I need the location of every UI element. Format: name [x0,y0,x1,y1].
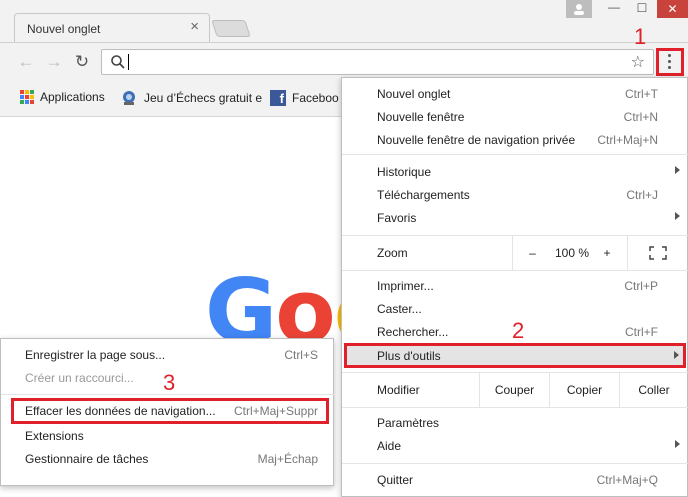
menu-separator [342,270,688,271]
chevron-right-icon [674,351,679,359]
menu-item-imprimer[interactable]: Imprimer... Ctrl+P [342,275,688,298]
menu-item-parametres[interactable]: Paramètres [342,412,688,435]
coller-button[interactable]: Coller [619,373,688,407]
close-window-button[interactable]: ✕ [657,0,688,18]
submenu-item-gestionnaire[interactable]: Gestionnaire de tâches Maj+Échap [1,449,334,471]
tab-strip: Nouvel onglet × — ☐ ✕ [0,0,688,43]
close-icon[interactable]: × [190,19,199,35]
menu-item-navigation-privee[interactable]: Nouvelle fenêtre de navigation privée Ct… [342,129,688,152]
menu-item-label: Nouvel onglet [377,87,451,101]
submenu-item-label: Créer un raccourci... [25,371,134,385]
menu-item-label: Nouvelle fenêtre de navigation privée [377,133,576,147]
zoom-in-button[interactable]: + [592,236,622,270]
annotation-2: 2 [512,318,525,343]
user-icon[interactable] [566,0,592,18]
menu-item-shortcut: Ctrl+T [625,87,658,101]
menu-item-plus-outils[interactable]: Plus d'outils [344,343,686,368]
menu-separator [342,463,688,464]
menu-item-telechargements[interactable]: Téléchargements Ctrl+J [342,184,688,207]
submenu-plus-outils: Enregistrer la page sous... Ctrl+S Créer… [0,338,334,486]
copier-button[interactable]: Copier [549,373,619,407]
menu-separator [342,154,688,155]
chevron-right-icon [675,212,680,220]
menu-item-shortcut: Ctrl+P [624,279,658,293]
bookmark-chess[interactable]: Jeu d’Échecs gratuit e [120,90,262,106]
chess-icon [123,91,135,105]
tab-title: Nouvel onglet [27,22,101,36]
menu-item-label: Favoris [377,211,417,225]
bookmark-label: Applications [40,90,105,104]
fullscreen-button[interactable] [627,236,688,270]
search-icon [111,55,125,69]
menu-item-label: Rechercher... [377,325,449,339]
reload-button[interactable]: ↻ [72,52,92,72]
zoom-label: Zoom [377,246,408,260]
menu-item-label: Quitter [377,473,414,487]
submenu-item-label: Effacer les données de navigation... [25,404,216,418]
zoom-out-button[interactable]: – [512,236,552,270]
menu-item-nouvelle-fenetre[interactable]: Nouvelle fenêtre Ctrl+N [342,106,688,129]
toolbar: ← → ↻ ☆ [0,42,688,80]
menu-item-nouvel-onglet[interactable]: Nouvel onglet Ctrl+T [342,83,688,106]
menu-row-zoom: Zoom – 100 % + [342,236,688,270]
submenu-item-enregistrer[interactable]: Enregistrer la page sous... Ctrl+S [1,345,334,367]
maximize-button[interactable]: ☐ [629,0,655,18]
couper-button[interactable]: Couper [479,373,549,407]
bookmark-facebook[interactable]: f Faceboo [270,90,339,106]
submenu-item-shortcut: Maj+Échap [257,452,318,466]
menu-item-historique[interactable]: Historique [342,161,688,184]
new-tab-button[interactable] [211,20,251,37]
bookmark-label: Faceboo [292,91,339,105]
bookmark-applications[interactable]: Applications [20,90,105,104]
address-bar[interactable]: ☆ [101,49,654,75]
menu-separator [342,407,688,408]
text-caret [128,54,129,70]
chrome-menu: Nouvel onglet Ctrl+T Nouvelle fenêtre Ct… [341,77,688,497]
menu-item-label: Plus d'outils [377,349,441,363]
submenu-item-label: Gestionnaire de tâches [25,452,149,466]
submenu-item-effacer[interactable]: Effacer les données de navigation... Ctr… [11,398,329,424]
menu-item-shortcut: Ctrl+Maj+N [597,133,658,147]
back-button[interactable]: ← [16,52,36,72]
annotation-3: 3 [163,370,176,395]
menu-item-shortcut: Ctrl+F [625,325,658,339]
menu-item-label: Caster... [377,302,422,316]
annotation-1: 1 [634,24,647,49]
submenu-item-label: Enregistrer la page sous... [25,348,166,362]
submenu-item-label: Extensions [25,429,84,443]
submenu-item-shortcut: Ctrl+Maj+Suppr [233,404,318,418]
submenu-item-shortcut: Ctrl+S [284,348,318,362]
menu-item-label: Imprimer... [377,279,434,293]
menu-item-label: Paramètres [377,416,440,430]
menu-item-favoris[interactable]: Favoris [342,207,688,230]
minimize-button[interactable]: — [601,0,627,18]
menu-item-quitter[interactable]: Quitter Ctrl+Maj+Q [342,469,688,492]
menu-item-label: Aide [377,439,402,453]
facebook-icon: f [270,90,286,106]
menu-item-label: Historique [377,165,432,179]
more-vert-icon [668,54,672,72]
fullscreen-icon [649,246,667,260]
bookmark-label: Jeu d’Échecs gratuit e [144,91,263,105]
menu-item-aide[interactable]: Aide [342,435,688,458]
zoom-level: 100 % [554,246,590,260]
menu-item-shortcut: Ctrl+Maj+Q [596,473,658,487]
chevron-right-icon [675,166,680,174]
menu-row-modifier: Modifier Couper Copier Coller [342,373,688,407]
menu-item-shortcut: Ctrl+J [626,188,658,202]
submenu-item-extensions[interactable]: Extensions [1,426,334,448]
menu-item-label: Nouvelle fenêtre [377,110,465,124]
modifier-label: Modifier [377,383,420,397]
apps-icon [20,90,34,104]
forward-button[interactable]: → [44,52,64,72]
menu-item-label: Téléchargements [377,188,470,202]
tab-nouvel-onglet[interactable]: Nouvel onglet × [14,13,210,43]
chrome-menu-button[interactable] [656,48,684,76]
menu-item-shortcut: Ctrl+N [623,110,658,124]
star-icon[interactable]: ☆ [631,52,645,72]
chevron-right-icon [675,440,680,448]
